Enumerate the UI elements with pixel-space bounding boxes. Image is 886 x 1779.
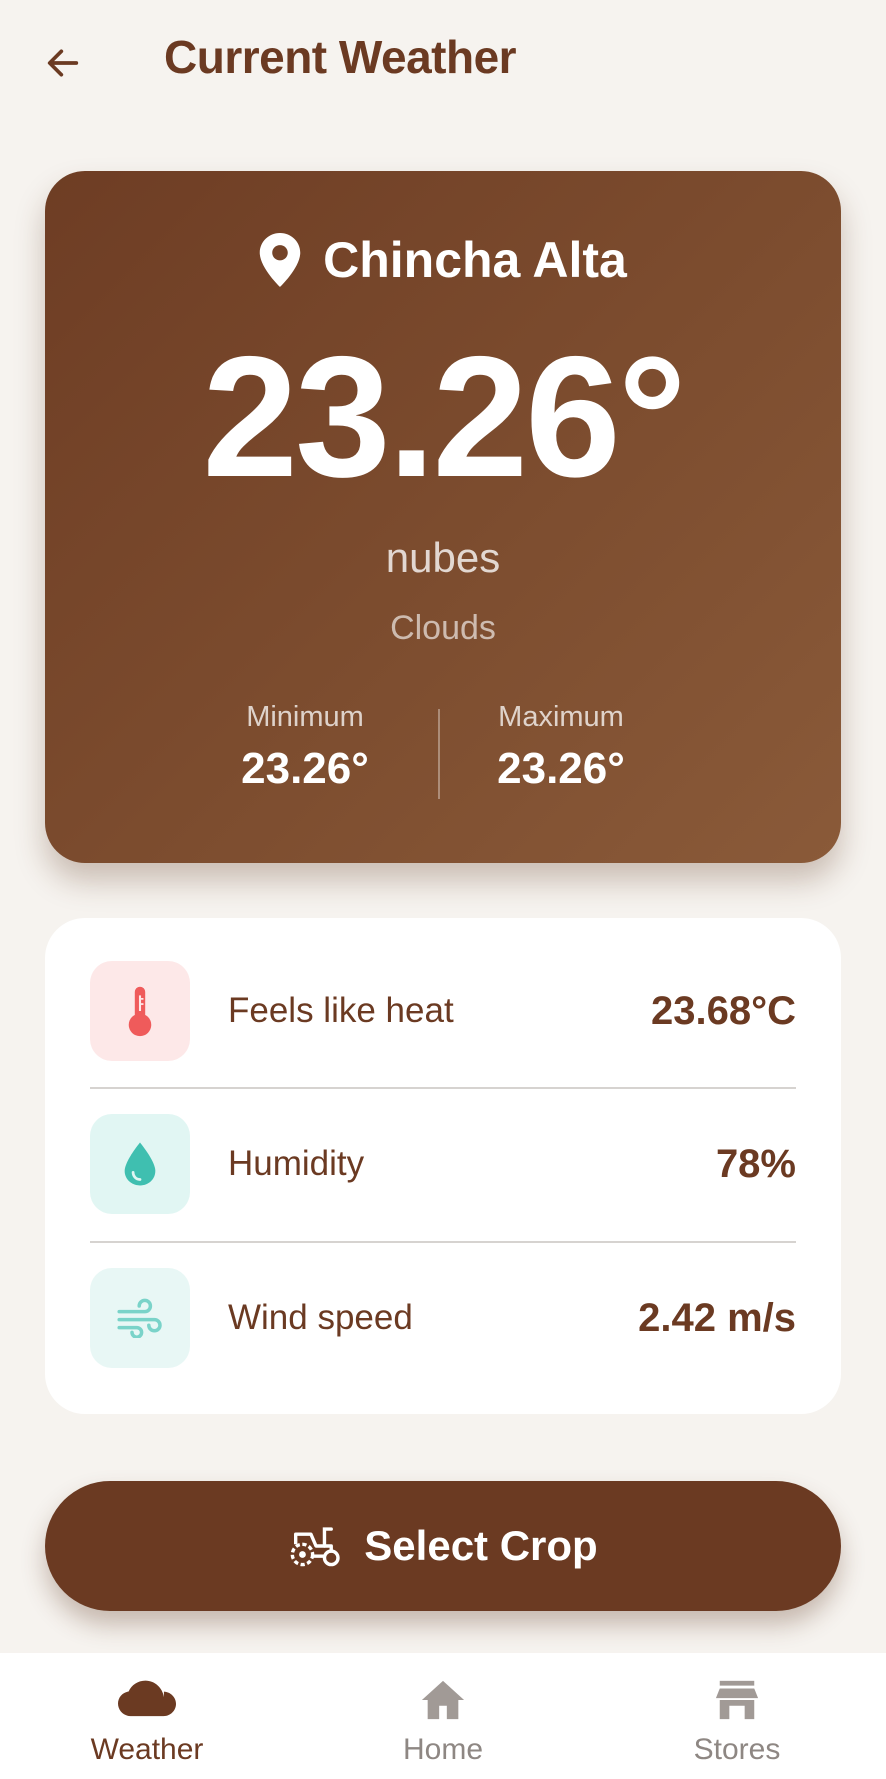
nav-item-weather[interactable]: Weather: [37, 1653, 257, 1779]
nav-label-home: Home: [402, 1733, 484, 1766]
current-temperature: 23.26°: [202, 321, 686, 513]
tractor-icon: [290, 1527, 340, 1567]
min-max-row: Minimum 23.26° Maximum 23.26°: [45, 701, 841, 801]
row-divider: [90, 1241, 796, 1243]
nav-icon-wrap: [118, 1675, 176, 1725]
max-label: Maximum: [498, 701, 624, 733]
nav-icon-wrap: [420, 1675, 466, 1725]
min-temp: Minimum 23.26°: [195, 701, 415, 794]
thermometer-icon-box: [90, 961, 190, 1061]
humidity-label: Humidity: [228, 1144, 365, 1183]
thermometer-icon: [128, 986, 152, 1037]
store-icon: [715, 1680, 759, 1720]
feels-like-label: Feels like heat: [228, 991, 454, 1030]
location-name: Chincha Alta: [323, 232, 627, 288]
home-icon: [421, 1680, 465, 1720]
nav-item-stores[interactable]: Stores: [627, 1653, 847, 1779]
detail-row-humidity: Humidity 78%: [90, 1114, 796, 1214]
weather-description-en: Clouds: [390, 609, 496, 647]
row-divider: [90, 1087, 796, 1089]
nav-item-home[interactable]: Home: [333, 1653, 553, 1779]
location-row: Chincha Alta: [45, 231, 841, 289]
water-drop-icon: [124, 1142, 156, 1186]
select-crop-label: Select Crop: [364, 1522, 598, 1569]
map-pin-icon: [259, 233, 301, 287]
humidity-value: 78%: [715, 1141, 796, 1186]
water-drop-icon-box: [90, 1114, 190, 1214]
wind-speed-value: 2.42 m/s: [638, 1295, 796, 1340]
min-label: Minimum: [246, 701, 364, 733]
max-value: 23.26°: [497, 744, 625, 793]
back-button[interactable]: [36, 36, 90, 90]
app-header: Current Weather: [0, 0, 886, 120]
weather-description-es: nubes: [385, 534, 501, 581]
arrow-left-icon: [47, 49, 79, 77]
weather-details-card: Feels like heat 23.68°C Humidity 78% Win…: [45, 918, 841, 1414]
wind-speed-label: Wind speed: [228, 1298, 413, 1337]
nav-icon-wrap: [714, 1675, 760, 1725]
select-crop-button[interactable]: Select Crop: [45, 1481, 841, 1611]
min-value: 23.26°: [241, 744, 369, 793]
current-weather-card: Chincha Alta 23.26° nubes Clouds Minimum…: [45, 171, 841, 863]
wind-icon-box: [90, 1268, 190, 1368]
min-max-divider: [438, 709, 440, 799]
wind-icon: [117, 1298, 162, 1338]
page-title: Current Weather: [164, 31, 517, 83]
detail-row-wind: Wind speed 2.42 m/s: [90, 1268, 796, 1368]
nav-label-stores: Stores: [693, 1733, 781, 1766]
feels-like-value: 23.68°C: [651, 988, 796, 1033]
max-temp: Maximum 23.26°: [451, 701, 671, 794]
bottom-nav: Weather Home Stores: [0, 1653, 886, 1779]
cloud-icon: [118, 1680, 176, 1717]
nav-label-weather: Weather: [90, 1733, 204, 1766]
detail-row-feels-like: Feels like heat 23.68°C: [90, 961, 796, 1061]
